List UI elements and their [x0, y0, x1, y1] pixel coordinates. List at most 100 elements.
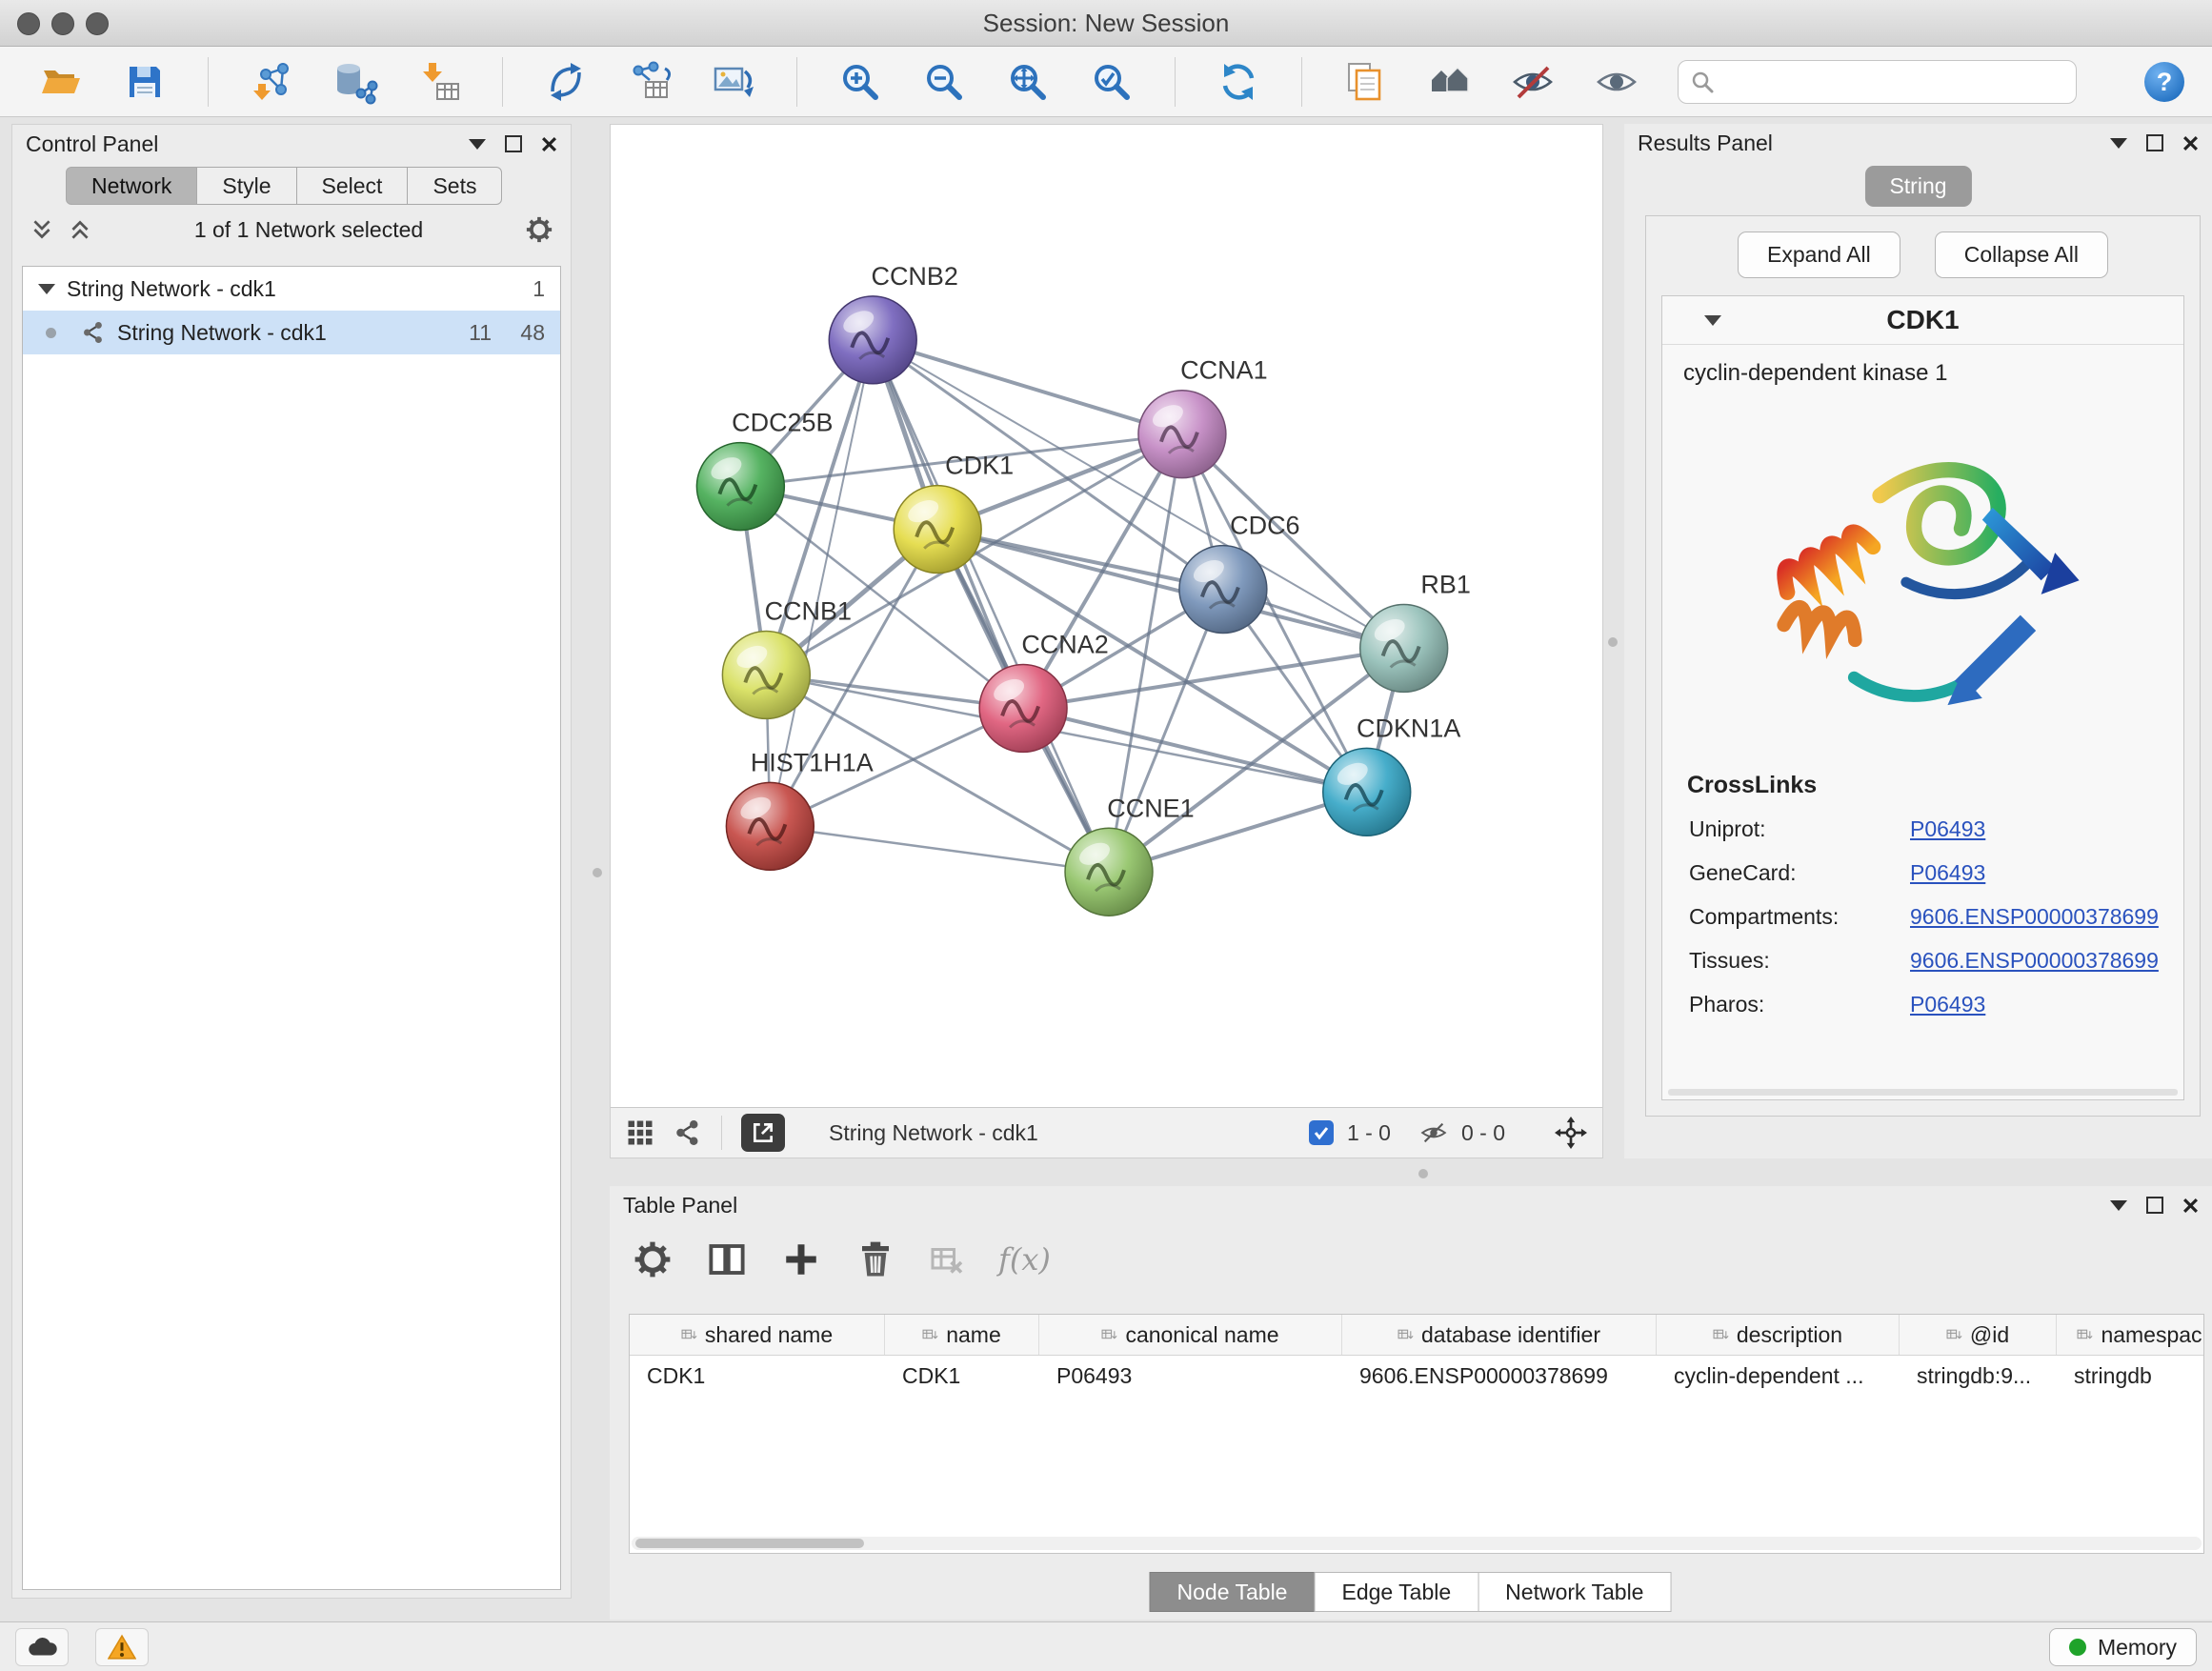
- panel-maximize-icon[interactable]: [2146, 134, 2163, 151]
- zoom-out-button[interactable]: [921, 59, 967, 105]
- network-node-RB1[interactable]: [1360, 605, 1448, 693]
- import-table-button[interactable]: [416, 59, 462, 105]
- tab-sets[interactable]: Sets: [407, 167, 502, 205]
- cell-shared-name[interactable]: CDK1: [630, 1363, 885, 1389]
- horizontal-splitter-handle[interactable]: [1418, 1169, 1428, 1178]
- save-session-button[interactable]: [122, 59, 168, 105]
- network-edge[interactable]: [770, 826, 1109, 872]
- network-node-CDC6[interactable]: [1179, 546, 1267, 634]
- collapse-all-button[interactable]: Collapse All: [1935, 232, 2108, 278]
- home-button[interactable]: [1426, 59, 1472, 105]
- copy-button[interactable]: [1342, 59, 1388, 105]
- horizontal-scrollbar[interactable]: [632, 1537, 2202, 1550]
- column-header[interactable]: @id: [1900, 1315, 2057, 1355]
- network-node-CDKN1A[interactable]: [1323, 748, 1411, 836]
- network-node-CDC25B[interactable]: [696, 443, 784, 531]
- panel-maximize-icon[interactable]: [505, 135, 522, 152]
- grid-view-icon[interactable]: [626, 1118, 654, 1147]
- crosslink-tissues-link[interactable]: 9606.ENSP00000378699: [1910, 948, 2159, 974]
- crosslink-genecard-link[interactable]: P06493: [1910, 860, 1985, 886]
- network-node-CCNB2[interactable]: [829, 296, 916, 384]
- window-zoom-button[interactable]: [86, 12, 109, 35]
- export-image-button[interactable]: [711, 59, 756, 105]
- open-session-button[interactable]: [38, 59, 84, 105]
- scrollbar-thumb[interactable]: [635, 1539, 864, 1548]
- new-network-button[interactable]: [543, 59, 589, 105]
- cell-database-identifier[interactable]: 9606.ENSP00000378699: [1342, 1363, 1657, 1389]
- network-node-HIST1H1A[interactable]: [726, 782, 814, 870]
- gene-disclosure-icon[interactable]: [1704, 315, 1721, 326]
- panel-float-icon[interactable]: [2110, 138, 2127, 149]
- cell-name[interactable]: CDK1: [885, 1363, 1039, 1389]
- column-header[interactable]: description: [1657, 1315, 1900, 1355]
- gear-icon[interactable]: [525, 215, 553, 244]
- crosslink-compartments-link[interactable]: 9606.ENSP00000378699: [1910, 904, 2159, 930]
- tab-select[interactable]: Select: [296, 167, 409, 205]
- network-node-CDK1[interactable]: [894, 486, 981, 574]
- tab-network[interactable]: Network: [66, 167, 197, 205]
- selected-checkbox[interactable]: [1309, 1120, 1334, 1145]
- tab-edge-table[interactable]: Edge Table: [1314, 1572, 1478, 1612]
- open-in-window-button[interactable]: [741, 1114, 785, 1152]
- panel-float-icon[interactable]: [469, 139, 486, 150]
- network-edge[interactable]: [937, 530, 1404, 649]
- tab-style[interactable]: Style: [196, 167, 296, 205]
- birdseye-icon[interactable]: [674, 1118, 702, 1147]
- hide-display-button[interactable]: [1510, 59, 1556, 105]
- results-scrollbar[interactable]: [1668, 1089, 2178, 1096]
- table-row[interactable]: CDK1 CDK1 P06493 9606.ENSP00000378699 cy…: [630, 1356, 2203, 1396]
- disclosure-triangle-icon[interactable]: [38, 284, 55, 294]
- delete-column-icon[interactable]: [855, 1239, 895, 1279]
- panel-maximize-icon[interactable]: [2146, 1197, 2163, 1214]
- expand-all-button[interactable]: Expand All: [1738, 232, 1900, 278]
- panel-close-icon[interactable]: [2182, 135, 2199, 151]
- network-node-CCNA2[interactable]: [979, 664, 1067, 752]
- vertical-splitter-handle[interactable]: [593, 868, 602, 877]
- network-collection-row[interactable]: String Network - cdk1 1: [23, 267, 560, 311]
- cell-id[interactable]: stringdb:9...: [1900, 1363, 2057, 1389]
- vertical-splitter-handle[interactable]: [1608, 637, 1618, 647]
- column-header[interactable]: name: [885, 1315, 1039, 1355]
- warnings-button[interactable]: [95, 1628, 149, 1666]
- panel-float-icon[interactable]: [2110, 1200, 2127, 1211]
- zoom-selected-button[interactable]: [1089, 59, 1135, 105]
- table-settings-gear-icon[interactable]: [633, 1239, 673, 1279]
- zoom-fit-button[interactable]: [1005, 59, 1051, 105]
- help-button[interactable]: ?: [2142, 59, 2187, 105]
- zoom-in-button[interactable]: [837, 59, 883, 105]
- column-header[interactable]: shared name: [630, 1315, 885, 1355]
- cell-canonical-name[interactable]: P06493: [1039, 1363, 1342, 1389]
- network-edge[interactable]: [873, 340, 1182, 434]
- show-display-button[interactable]: [1594, 59, 1639, 105]
- function-builder-icon[interactable]: f(x): [998, 1241, 1051, 1278]
- network-row[interactable]: String Network - cdk1 11 48: [23, 311, 560, 354]
- memory-button[interactable]: Memory: [2049, 1628, 2197, 1666]
- tab-node-table[interactable]: Node Table: [1150, 1572, 1316, 1612]
- crosslink-pharos-link[interactable]: P06493: [1910, 992, 1985, 1017]
- network-node-CCNE1[interactable]: [1065, 828, 1153, 916]
- network-edge[interactable]: [873, 340, 1109, 872]
- cell-description[interactable]: cyclin-dependent ...: [1657, 1363, 1900, 1389]
- network-node-CCNB1[interactable]: [722, 631, 810, 718]
- column-header[interactable]: namespac: [2057, 1315, 2204, 1355]
- network-canvas[interactable]: CCNB2CCNA1CDC25BCDK1CDC6RB1CCNB1CCNA2CDK…: [611, 125, 1602, 1107]
- column-header[interactable]: database identifier: [1342, 1315, 1657, 1355]
- refresh-button[interactable]: [1216, 59, 1261, 105]
- window-close-button[interactable]: [17, 12, 40, 35]
- column-header[interactable]: canonical name: [1039, 1315, 1342, 1355]
- import-network-database-button[interactable]: [332, 59, 378, 105]
- pan-crosshair-icon[interactable]: [1555, 1117, 1587, 1149]
- import-network-file-button[interactable]: [249, 59, 294, 105]
- panel-close-icon[interactable]: [2182, 1198, 2199, 1214]
- window-minimize-button[interactable]: [51, 12, 74, 35]
- cell-namespace[interactable]: stringdb: [2057, 1363, 2204, 1389]
- cloud-status-button[interactable]: [15, 1628, 69, 1666]
- network-node-CCNA1[interactable]: [1138, 391, 1226, 478]
- collapse-all-icon[interactable]: [30, 217, 54, 242]
- show-columns-icon[interactable]: [707, 1239, 747, 1279]
- panel-close-icon[interactable]: [541, 136, 557, 152]
- crosslink-uniprot-link[interactable]: P06493: [1910, 816, 1985, 842]
- expand-all-icon[interactable]: [68, 217, 92, 242]
- tab-string[interactable]: String: [1864, 166, 1971, 207]
- search-input[interactable]: [1722, 68, 2064, 95]
